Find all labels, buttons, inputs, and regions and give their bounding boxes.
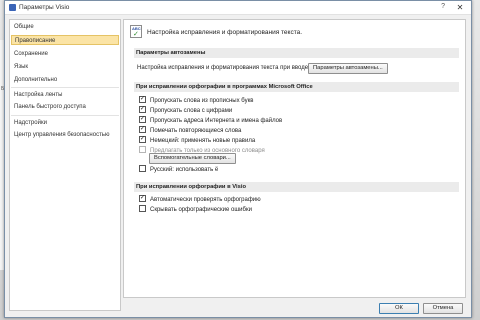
sidebar-item-general[interactable]: Общие (11, 22, 119, 32)
ok-button[interactable]: ОК (379, 303, 419, 314)
checkbox-flag-repeated[interactable] (139, 125, 146, 134)
sidebar-separator (11, 115, 119, 116)
option-ignore-numbers[interactable]: Пропускать слова с цифрами (139, 105, 232, 116)
sidebar-item-save[interactable]: Сохранение (11, 49, 119, 59)
sidebar-separator (11, 87, 119, 88)
sidebar-item-addins[interactable]: Надстройки (11, 118, 119, 128)
visio-options-dialog: Параметры Visio ? ✕ Общие Правописание С… (4, 0, 472, 318)
section-autocorrect: Параметры автозамены (134, 48, 459, 58)
checkbox-auto-check[interactable] (139, 194, 146, 203)
option-russian-yo[interactable]: Русский: использовать ё (139, 165, 218, 175)
option-ignore-uppercase[interactable]: Пропускать слова из прописных букв (139, 95, 253, 106)
checkbox-ignore-internet[interactable] (139, 115, 146, 124)
autocorrect-row-label: Настройка исправления и форматирования т… (137, 65, 310, 71)
option-ignore-internet[interactable]: Пропускать адреса Интернета и имена файл… (139, 115, 282, 126)
sidebar-item-quick-access[interactable]: Панель быстрого доступа (11, 102, 119, 112)
checkbox-russian-yo[interactable] (139, 165, 146, 172)
checkbox-ignore-numbers[interactable] (139, 105, 146, 114)
option-auto-check[interactable]: Автоматически проверять орфографию (139, 194, 261, 205)
autocorrect-options-button[interactable]: Параметры автозамены... (308, 63, 388, 74)
window-title: Параметры Visio (19, 4, 70, 11)
checkbox-ignore-uppercase[interactable] (139, 95, 146, 104)
checkbox-main-dict-only (139, 146, 146, 153)
custom-dictionaries-button[interactable]: Вспомогательные словари... (149, 153, 236, 164)
sidebar-item-advanced[interactable]: Дополнительно (11, 75, 119, 85)
close-icon[interactable]: ✕ (449, 1, 471, 15)
proofing-panel: ABC ✓ Настройка исправления и форматиров… (123, 19, 466, 298)
checkbox-german-rules[interactable] (139, 135, 146, 144)
help-icon[interactable]: ? (441, 3, 445, 10)
cancel-button[interactable]: Отмена (423, 303, 463, 314)
title-bar: Параметры Visio ? ✕ (5, 1, 471, 15)
sidebar-item-proofing[interactable]: Правописание (11, 35, 119, 45)
option-german-rules[interactable]: Немецкий: применять новые правила (139, 135, 255, 146)
option-hide-errors[interactable]: Скрывать орфографические ошибки (139, 205, 252, 215)
section-office-spelling: При исправлении орфографии в программах … (134, 82, 459, 92)
dialog-button-bar: ОК Отмена (123, 302, 466, 316)
sidebar-item-language[interactable]: Язык (11, 62, 119, 72)
options-sidebar: Общие Правописание Сохранение Язык Допол… (9, 19, 121, 311)
panel-header-text: Настройка исправления и форматирования т… (147, 29, 303, 36)
visio-app-icon (9, 4, 16, 11)
section-visio-spelling: При исправлении орфографии в Visio (134, 182, 459, 192)
abc-check-icon: ABC ✓ (130, 25, 142, 38)
checkbox-hide-errors[interactable] (139, 205, 146, 212)
option-flag-repeated[interactable]: Помечать повторяющиеся слова (139, 125, 241, 136)
sidebar-item-trust-center[interactable]: Центр управления безопасностью (11, 130, 119, 140)
sidebar-item-customize-ribbon[interactable]: Настройка ленты (11, 90, 119, 100)
